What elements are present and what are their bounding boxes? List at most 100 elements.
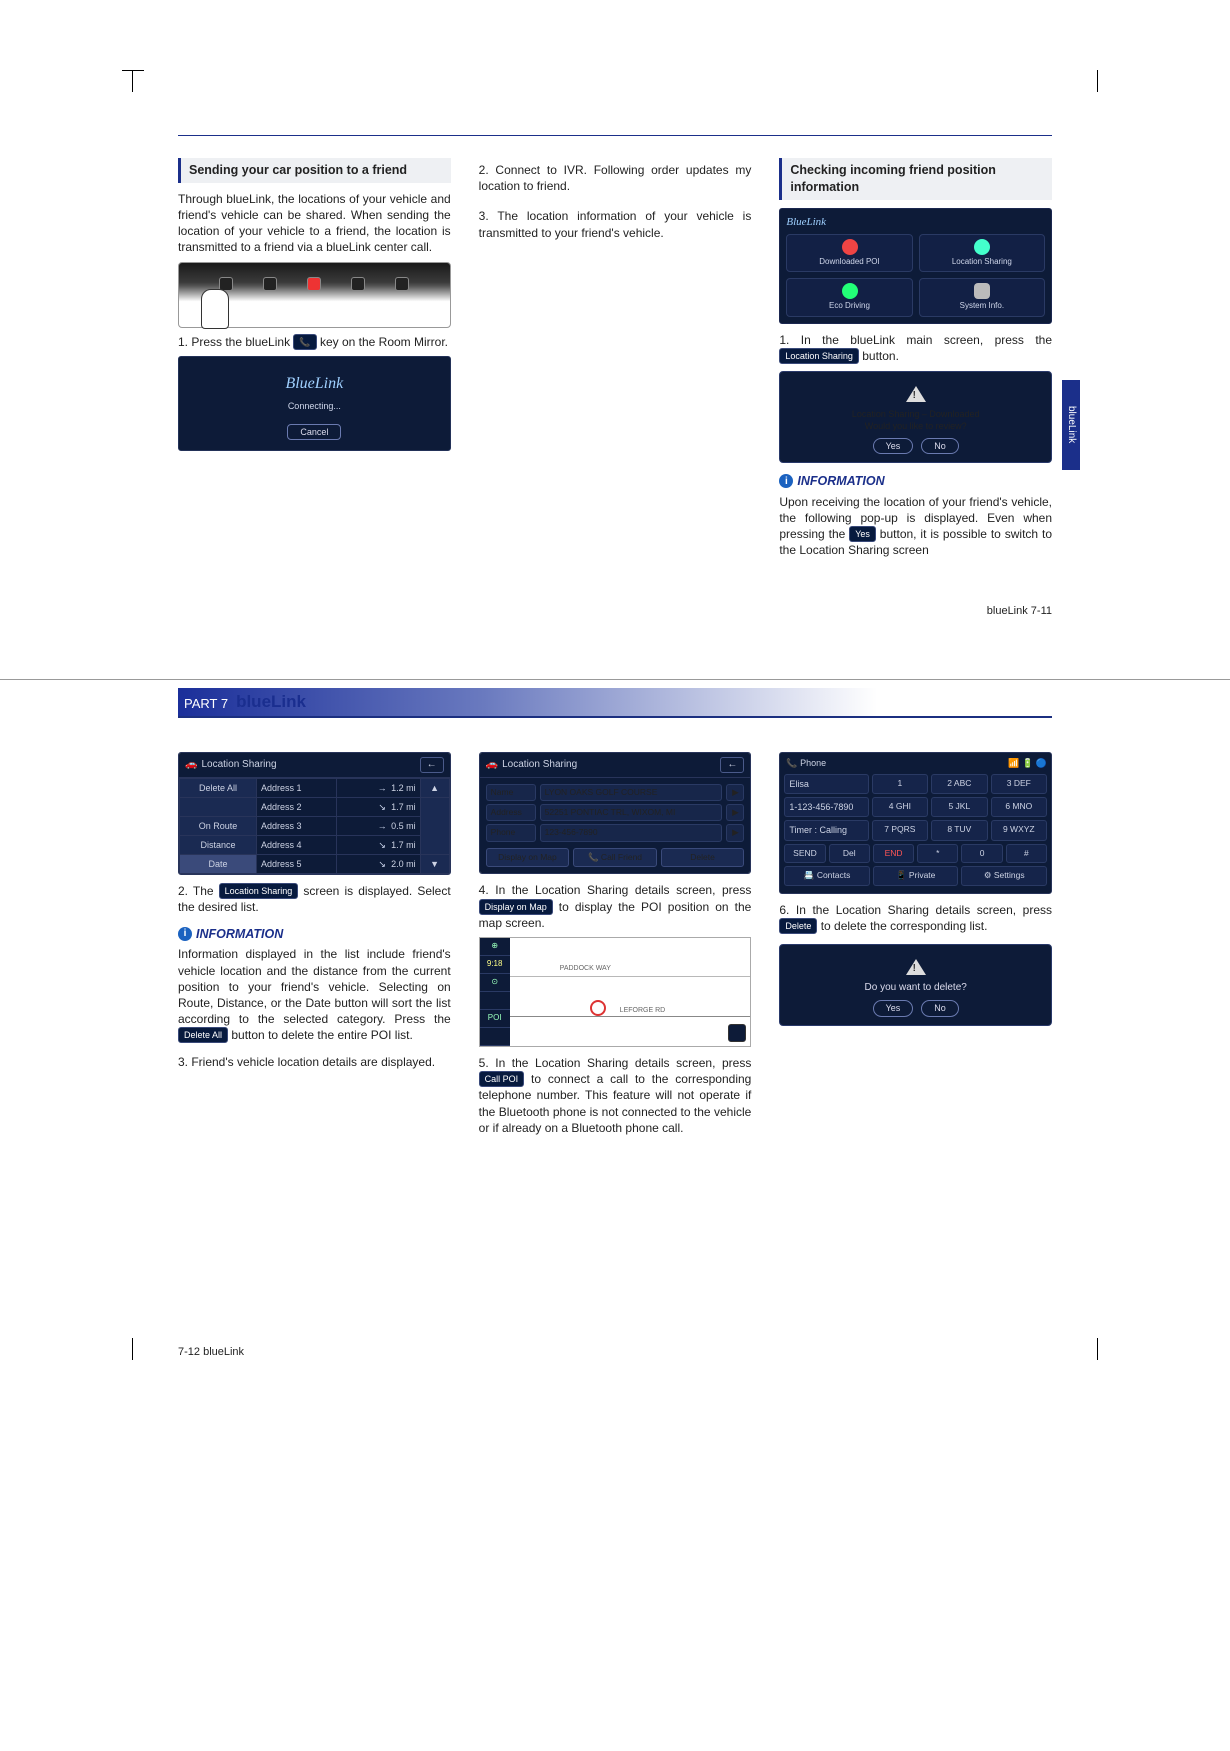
popup-no-button[interactable]: No (921, 438, 959, 454)
compass-icon[interactable] (728, 1024, 746, 1042)
end-button[interactable]: END (873, 844, 914, 863)
del-button[interactable]: Del (829, 844, 870, 863)
keypad-key[interactable]: # (1006, 844, 1047, 863)
keypad-key[interactable]: 1 (872, 774, 928, 794)
delete-button[interactable]: Delete (779, 918, 817, 934)
yes-button[interactable]: Yes (849, 526, 876, 542)
information-heading: i INFORMATION (779, 473, 1052, 490)
keypad-key[interactable]: * (917, 844, 958, 863)
call-poi-button[interactable]: Call POI (479, 1071, 525, 1087)
list-item[interactable]: Address 1 (256, 778, 336, 797)
step-1: 1. Press the blueLink 📞 key on the Room … (178, 334, 451, 350)
call-friend-button[interactable]: 📞 Call Friend (573, 848, 657, 867)
settings-button[interactable]: ⚙ Settings (961, 866, 1047, 885)
send-button[interactable]: SEND (784, 844, 825, 863)
crop-mark (1076, 1338, 1098, 1360)
map-side-button[interactable] (480, 1028, 510, 1046)
location-sharing-popup: Location Sharing – Downloaded Would you … (779, 371, 1052, 463)
information-heading: i INFORMATION (178, 926, 451, 943)
car-icon: 🚗 (185, 758, 197, 772)
info-icon: i (178, 927, 192, 941)
rule (178, 135, 1052, 136)
connecting-screenshot: BlueLink Connecting... Cancel (178, 356, 451, 451)
keypad-key[interactable]: 6 MNO (991, 797, 1047, 817)
map-pin (590, 1000, 606, 1016)
tile-system-info[interactable]: System Info. (919, 278, 1045, 317)
keypad-key[interactable]: 3 DEF (991, 774, 1047, 794)
display-on-map-button[interactable]: Display on Map (486, 848, 570, 867)
step-3: 3. The location information of your vehi… (479, 208, 752, 240)
scrollbar[interactable] (420, 797, 449, 854)
field-label: Name (486, 784, 536, 801)
scroll-up[interactable]: ▲ (420, 778, 449, 797)
bluelink-logo: BlueLink (187, 373, 442, 395)
road-label: PADDOCK WAY (560, 964, 611, 973)
popup-yes-button[interactable]: Yes (873, 438, 914, 454)
col-3: 📞 Phone 📶 🔋 🔵 Elisa 1 2 ABC 3 DEF 1-123-… (779, 752, 1052, 1142)
road-label: LEFORGE RD (620, 1006, 666, 1015)
col-1: 🚗 Location Sharing ← Delete All Address … (178, 752, 451, 1142)
car-icon: 🚗 (486, 758, 498, 772)
keypad-key[interactable]: 9 WXYZ (991, 820, 1047, 840)
console-button (219, 277, 233, 291)
console-button (395, 277, 409, 291)
delete-all-button[interactable]: Delete All (180, 778, 257, 797)
info-icon: i (779, 474, 793, 488)
step-2: 2. Connect to IVR. Following order updat… (479, 162, 752, 194)
map-side-button[interactable]: ⊙ (480, 974, 510, 992)
location-sharing-button[interactable]: Location Sharing (779, 348, 859, 364)
crop-mark (132, 70, 154, 92)
step-3: 3. Friend's vehicle location details are… (178, 1054, 451, 1070)
step-2: 2. The Location Sharing screen is displa… (178, 883, 451, 915)
keypad-key[interactable]: 7 PQRS (872, 820, 928, 840)
tile-downloaded-poi[interactable]: Downloaded POI (786, 234, 912, 273)
keypad-key[interactable]: 4 GHI (872, 797, 928, 817)
list-item[interactable]: Address 2 (256, 797, 336, 816)
page-footer: 7-12 blueLink (178, 1345, 244, 1360)
bluelink-main-screenshot: BlueLink Downloaded POI Location Sharing… (779, 208, 1052, 324)
date-button[interactable]: Date (180, 855, 257, 874)
field-label: Phone (486, 824, 536, 841)
on-route-button[interactable]: On Route (180, 816, 257, 835)
cancel-button[interactable]: Cancel (287, 424, 341, 440)
popup-yes-button[interactable]: Yes (873, 1000, 914, 1016)
manual-page-upper: blueLink Sending your car position to a … (0, 0, 1230, 680)
list-item[interactable]: Address 4 (256, 835, 336, 854)
popup-text: Do you want to delete? (788, 981, 1043, 995)
tile-location-sharing[interactable]: Location Sharing (919, 234, 1045, 273)
tile-eco-driving[interactable]: Eco Driving (786, 278, 912, 317)
play-icon[interactable]: ▶ (726, 784, 744, 801)
contacts-button[interactable]: 📇 Contacts (784, 866, 870, 885)
distance-button[interactable]: Distance (180, 835, 257, 854)
keypad-key[interactable]: 8 TUV (931, 820, 987, 840)
delete-all-button[interactable]: Delete All (178, 1027, 228, 1043)
back-button[interactable]: ← (720, 757, 744, 773)
play-icon[interactable]: ▶ (726, 804, 744, 821)
part-title: blueLink (236, 691, 306, 716)
list-item[interactable]: Address 3 (256, 816, 336, 835)
map-screenshot: ⊕ 9:18 ⊙ POI PADDOCK WAY LEFORGE RD (479, 937, 752, 1047)
map-side-button[interactable] (480, 992, 510, 1010)
manual-page-lower: PART 7 blueLink 🚗 Location Sharing ← Del… (0, 680, 1230, 1400)
col-2: 2. Connect to IVR. Following order updat… (479, 158, 752, 565)
page-footer: blueLink 7-11 (987, 604, 1052, 619)
location-sharing-button[interactable]: Location Sharing (219, 883, 299, 899)
keypad-key[interactable]: 2 ABC (931, 774, 987, 794)
step-6: 6. In the Location Sharing details scree… (779, 902, 1052, 934)
back-button[interactable]: ← (420, 757, 444, 773)
display-on-map-button[interactable]: Display on Map (479, 899, 553, 915)
popup-no-button[interactable]: No (921, 1000, 959, 1016)
popup-text: Location Sharing – Downloaded (788, 408, 1043, 420)
crop-mark (1076, 70, 1098, 92)
connecting-text: Connecting... (187, 400, 442, 412)
map-side-button[interactable]: POI (480, 1010, 510, 1028)
private-button[interactable]: 📱 Private (873, 866, 959, 885)
map-side-button[interactable]: ⊕ (480, 938, 510, 956)
scroll-down[interactable]: ▼ (420, 855, 449, 874)
play-icon[interactable]: ▶ (726, 824, 744, 841)
delete-button[interactable]: Delete (661, 848, 745, 867)
keypad-key[interactable]: 0 (961, 844, 1002, 863)
list-item[interactable]: Address 5 (256, 855, 336, 874)
side-tab: blueLink (1062, 380, 1080, 470)
keypad-key[interactable]: 5 JKL (931, 797, 987, 817)
